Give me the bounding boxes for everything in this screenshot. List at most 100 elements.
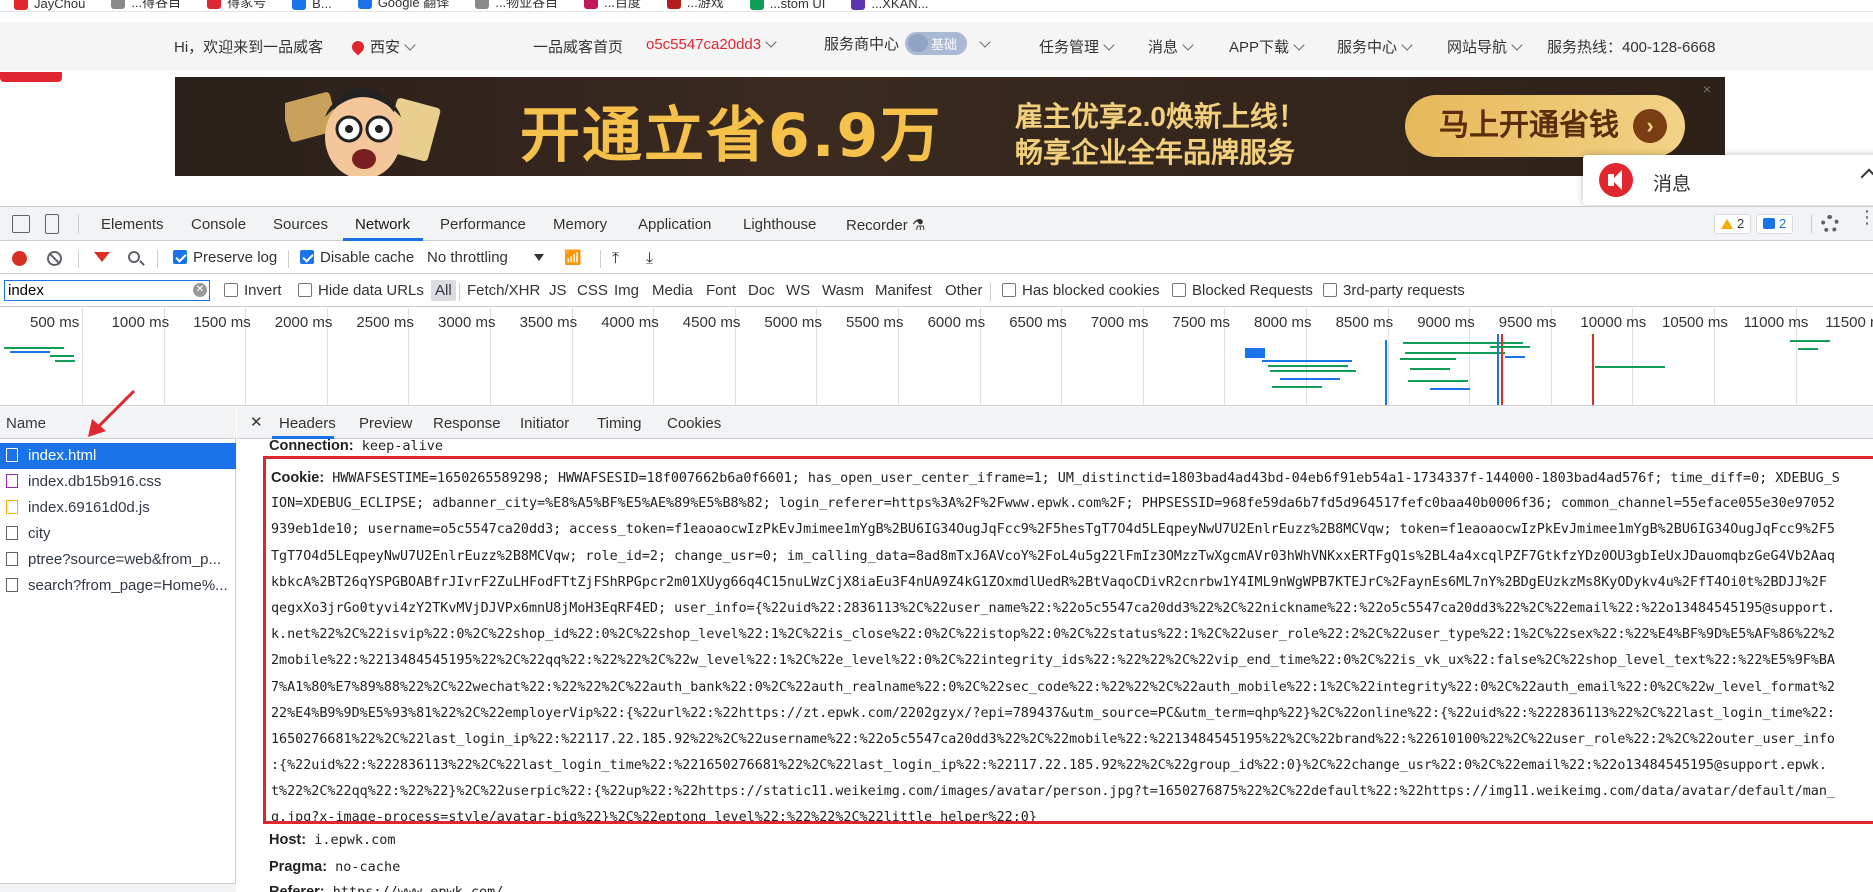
service-center-menu[interactable]: 服务中心: [1337, 36, 1413, 57]
message-popup-label: 消息: [1653, 174, 1692, 195]
file-icon: [6, 578, 18, 592]
timeline-tick-label: 11000 ms: [1743, 314, 1809, 331]
divider: [288, 250, 289, 268]
tab-response[interactable]: Response: [433, 415, 501, 432]
bookmark-item[interactable]: ...百度: [584, 0, 641, 11]
preserve-log-checkbox[interactable]: Preserve log: [173, 249, 277, 266]
clear-filter-icon[interactable]: ✕: [193, 283, 207, 297]
messages-badge[interactable]: 2: [1756, 214, 1794, 234]
filter-icon[interactable]: [94, 252, 110, 262]
close-icon[interactable]: ✕: [250, 413, 263, 431]
site-nav-menu[interactable]: 网站导航: [1447, 36, 1523, 57]
type-filter-img[interactable]: Img: [614, 282, 639, 299]
messages-menu[interactable]: 消息: [1148, 36, 1194, 57]
app-download-menu[interactable]: APP下载: [1229, 36, 1305, 57]
divider: [78, 215, 79, 233]
home-link[interactable]: 一品威客首页: [533, 36, 623, 57]
timeline-tick-label: 2000 ms: [274, 314, 333, 331]
tab-sources[interactable]: Sources: [273, 216, 328, 233]
tab-preview[interactable]: Preview: [359, 415, 412, 432]
username-menu[interactable]: o5c5547ca20dd3: [646, 36, 777, 53]
network-toolbar: Preserve log Disable cache No throttling…: [0, 242, 1873, 274]
third-party-checkbox[interactable]: 3rd-party requests: [1323, 282, 1465, 299]
more-options-icon[interactable]: ⋮: [1858, 208, 1873, 226]
bookmark-item[interactable]: ...游戏: [666, 0, 724, 11]
horizontal-scrollbar[interactable]: [0, 883, 236, 892]
type-filter-fetch-xhr[interactable]: Fetch/XHR: [467, 282, 540, 299]
inspect-element-icon[interactable]: [12, 215, 30, 233]
bookmark-item[interactable]: Google 翻译: [357, 0, 449, 11]
request-row[interactable]: city: [0, 521, 236, 547]
filter-input[interactable]: [4, 280, 210, 301]
type-filter-doc[interactable]: Doc: [748, 282, 775, 299]
import-har-icon[interactable]: ⤒: [612, 250, 619, 268]
bookmark-item[interactable]: ...XKAN...: [851, 0, 928, 11]
tab-headers[interactable]: Headers: [279, 415, 336, 432]
network-conditions-icon[interactable]: 📶: [564, 249, 581, 266]
warnings-badge[interactable]: 2: [1714, 214, 1752, 234]
provider-center-link[interactable]: 服务商中心 基础: [824, 32, 991, 55]
type-filter-other[interactable]: Other: [945, 282, 983, 299]
network-overview-timeline[interactable]: 500 ms 1000 ms 1500 ms 2000 ms 2500 ms 3000 m…: [0, 308, 1873, 406]
type-filter-media[interactable]: Media: [652, 282, 693, 299]
timeline-tick-label: 2500 ms: [356, 314, 414, 331]
request-row[interactable]: index.html: [0, 443, 236, 469]
type-filter-all[interactable]: All: [431, 280, 456, 301]
request-row[interactable]: ptree?source=web&from_p...: [0, 547, 236, 573]
type-filter-font[interactable]: Font: [706, 282, 736, 299]
tab-performance[interactable]: Performance: [440, 216, 526, 233]
tab-timing[interactable]: Timing: [597, 415, 641, 432]
has-blocked-cookies-checkbox[interactable]: Has blocked cookies: [1002, 282, 1160, 299]
tab-network[interactable]: Network: [355, 216, 410, 233]
request-row[interactable]: index.69161d0d.js: [0, 495, 236, 521]
waterfall-bar: [1270, 370, 1356, 372]
close-icon[interactable]: ×: [1703, 81, 1711, 97]
request-row[interactable]: search?from_page=Home%...: [0, 573, 236, 599]
header-host: Host: i.epwk.com: [269, 832, 396, 848]
gear-icon[interactable]: [1821, 215, 1839, 233]
message-popup[interactable]: 消息: [1583, 155, 1873, 205]
clear-icon[interactable]: [47, 251, 62, 266]
side-tab[interactable]: [0, 72, 62, 82]
tab-memory[interactable]: Memory: [553, 216, 607, 233]
type-filter-ws[interactable]: WS: [786, 282, 810, 299]
export-har-icon[interactable]: ⤓: [646, 250, 653, 268]
city-selector[interactable]: 西安: [349, 36, 416, 57]
invert-checkbox[interactable]: Invert: [224, 282, 282, 299]
timeline-tick-label: 500 ms: [30, 314, 80, 331]
promo-banner[interactable]: 开通立省6.9万 雇主优享2.0焕新上线！ 畅享企业全年品牌服务 马上开通省钱 ›…: [175, 77, 1725, 176]
request-row[interactable]: index.db15b916.css: [0, 469, 236, 495]
banner-cta-button[interactable]: 马上开通省钱 ›: [1405, 95, 1685, 157]
disable-cache-checkbox[interactable]: Disable cache: [300, 249, 414, 266]
waterfall-bar: [1505, 356, 1525, 358]
tab-recorder[interactable]: Recorder ⚗: [846, 216, 925, 234]
bookmark-item[interactable]: JayChou: [14, 0, 85, 11]
tab-initiator[interactable]: Initiator: [520, 415, 569, 432]
request-list: Name index.html index.db15b916.css index…: [0, 389, 236, 892]
tab-console[interactable]: Console: [191, 216, 246, 233]
blocked-requests-checkbox[interactable]: Blocked Requests: [1172, 282, 1313, 299]
type-filter-js[interactable]: JS: [549, 282, 567, 299]
bookmark-item[interactable]: ...物业谷目: [475, 0, 558, 11]
type-filter-wasm[interactable]: Wasm: [822, 282, 864, 299]
device-toolbar-icon[interactable]: [45, 214, 59, 234]
bookmark-item[interactable]: B...: [292, 0, 332, 11]
waterfall-bar: [1245, 348, 1265, 358]
record-icon[interactable]: [12, 251, 27, 266]
task-mgmt-menu[interactable]: 任务管理: [1039, 36, 1115, 57]
type-filter-css[interactable]: CSS: [577, 282, 608, 299]
tab-elements[interactable]: Elements: [101, 216, 164, 233]
bookmark-item[interactable]: ...stom UI: [749, 0, 825, 11]
tab-lighthouse[interactable]: Lighthouse: [743, 216, 816, 233]
bookmark-item[interactable]: 得家号: [207, 0, 266, 11]
type-filter-manifest[interactable]: Manifest: [875, 282, 932, 299]
throttling-select[interactable]: No throttling: [427, 249, 544, 266]
chevron-up-icon[interactable]: [1860, 168, 1873, 186]
message-icon: [1763, 218, 1775, 229]
hide-data-urls-checkbox[interactable]: Hide data URLs: [298, 282, 424, 299]
tab-application[interactable]: Application: [638, 216, 711, 233]
search-icon[interactable]: [128, 251, 140, 263]
tab-cookies[interactable]: Cookies: [667, 415, 721, 432]
bookmark-item[interactable]: ...得谷目: [111, 0, 181, 11]
cookie-header-value[interactable]: Cookie: HWWAFSESTIME=1650265589298; HWWA…: [271, 465, 1873, 821]
